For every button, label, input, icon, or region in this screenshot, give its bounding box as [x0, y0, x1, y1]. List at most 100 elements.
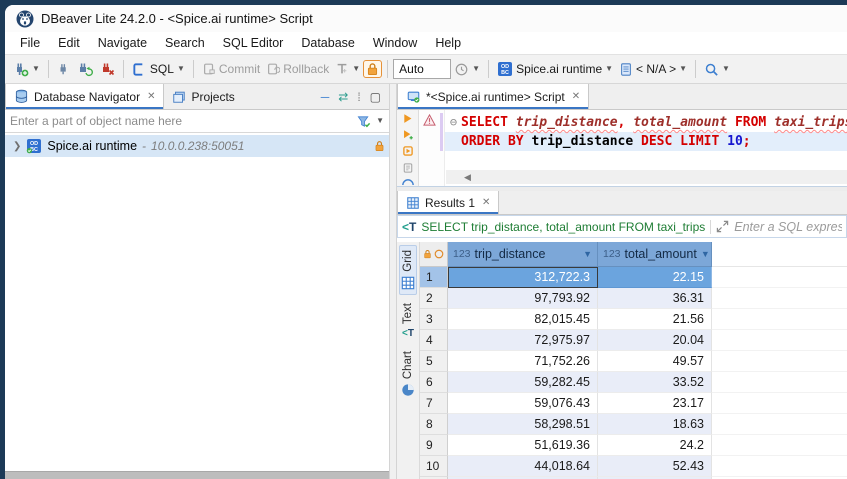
- cell-trip-distance[interactable]: 59,282.45: [448, 372, 598, 393]
- open-sql-editor-button[interactable]: SQL ▼: [129, 60, 188, 79]
- menu-database[interactable]: Database: [292, 33, 364, 53]
- filter-expression-placeholder[interactable]: Enter a SQL expression to: [734, 220, 842, 234]
- panel-splitter[interactable]: [389, 84, 397, 479]
- active-database-selector[interactable]: < N/A > ▼: [616, 60, 690, 79]
- cell-trip-distance[interactable]: 72,975.97: [448, 330, 598, 351]
- grid-row-8[interactable]: 858,298.5118.63: [420, 414, 847, 435]
- execute-new-tab-button[interactable]: [401, 129, 415, 140]
- cell-trip-distance[interactable]: 312,722.3: [448, 267, 598, 288]
- grid-corner-cell[interactable]: [420, 242, 448, 267]
- grid-row-3[interactable]: 382,015.4521.56: [420, 309, 847, 330]
- disconnect-button[interactable]: [96, 59, 118, 79]
- row-number[interactable]: 3: [420, 309, 448, 330]
- menu-file[interactable]: File: [11, 33, 49, 53]
- transaction-log-button[interactable]: ▼: [451, 60, 483, 79]
- row-number[interactable]: 5: [420, 351, 448, 372]
- cell-trip-distance[interactable]: 82,015.45: [448, 309, 598, 330]
- sort-dropdown-icon[interactable]: ▼: [583, 249, 592, 259]
- menu-help[interactable]: Help: [426, 33, 470, 53]
- navigator-bottom-scrollbar[interactable]: [5, 471, 389, 479]
- view-menu-icon[interactable]: ⁞: [357, 91, 360, 103]
- explain-plan-button[interactable]: [401, 162, 415, 174]
- code-line-1[interactable]: ⊖SELECT trip_distance, total_amount FROM…: [445, 113, 847, 132]
- row-number[interactable]: 1: [420, 267, 448, 288]
- minimize-view-icon[interactable]: ─: [321, 91, 330, 103]
- menu-navigate[interactable]: Navigate: [89, 33, 156, 53]
- tab-sql-script[interactable]: *<Spice.ai runtime> Script ✕: [397, 84, 589, 109]
- code-line-2[interactable]: ORDER BY trip_distance DESC LIMIT 10;: [445, 132, 847, 151]
- search-button[interactable]: ▼: [701, 60, 733, 79]
- cell-trip-distance[interactable]: 58,298.51: [448, 414, 598, 435]
- row-number[interactable]: 8: [420, 414, 448, 435]
- close-icon[interactable]: ✕: [572, 91, 580, 102]
- tab-projects[interactable]: Projects: [164, 84, 242, 109]
- expand-filter-icon[interactable]: [716, 220, 729, 233]
- object-filter-input[interactable]: [10, 114, 356, 128]
- sort-dropdown-icon[interactable]: ▼: [701, 249, 710, 259]
- filter-funnel-icon[interactable]: [356, 114, 372, 129]
- column-header-total-amount[interactable]: 123 total_amount ▼: [598, 242, 712, 267]
- grid-row-10[interactable]: 1044,018.6452.43: [420, 456, 847, 477]
- grid-row-2[interactable]: 297,793.9236.31: [420, 288, 847, 309]
- execute-statement-button[interactable]: [401, 113, 414, 124]
- tab-results-1[interactable]: Results 1 ✕: [397, 191, 499, 214]
- chevron-down-icon[interactable]: ▼: [376, 117, 384, 125]
- close-icon[interactable]: ✕: [482, 197, 490, 208]
- connect-button[interactable]: [54, 60, 74, 78]
- grid-row-1[interactable]: 1312,722.322.15: [420, 267, 847, 288]
- row-number[interactable]: 7: [420, 393, 448, 414]
- grid-row-5[interactable]: 571,752.2649.57: [420, 351, 847, 372]
- maximize-view-icon[interactable]: ▢: [370, 91, 381, 103]
- commit-mode-combo[interactable]: Auto: [393, 59, 451, 79]
- more-actions-icon[interactable]: [401, 179, 415, 186]
- fold-collapse-icon[interactable]: ⊖: [446, 113, 461, 132]
- execute-script-button[interactable]: [401, 145, 415, 157]
- connection-tree-item[interactable]: ❯ OD BC Spice.ai runtime - 10.0.0.238:50…: [5, 135, 389, 157]
- cell-total-amount[interactable]: 49.57: [598, 351, 712, 372]
- cell-trip-distance[interactable]: 59,076.43: [448, 393, 598, 414]
- row-number[interactable]: 2: [420, 288, 448, 309]
- row-number[interactable]: 4: [420, 330, 448, 351]
- link-editor-icon[interactable]: ⇄: [338, 91, 348, 103]
- cell-trip-distance[interactable]: 97,793.92: [448, 288, 598, 309]
- grid-row-6[interactable]: 659,282.4533.52: [420, 372, 847, 393]
- cell-total-amount[interactable]: 18.63: [598, 414, 712, 435]
- cell-total-amount[interactable]: 23.17: [598, 393, 712, 414]
- tab-text[interactable]: Text <T: [401, 299, 415, 343]
- tab-chart[interactable]: Chart: [400, 347, 416, 401]
- cell-total-amount[interactable]: 36.31: [598, 288, 712, 309]
- expand-chevron-icon[interactable]: ❯: [13, 141, 21, 152]
- cell-trip-distance[interactable]: 44,018.64: [448, 456, 598, 477]
- cell-total-amount[interactable]: 22.15: [598, 267, 712, 288]
- grid-row-9[interactable]: 951,619.3624.2: [420, 435, 847, 456]
- commit-button[interactable]: Commit: [199, 60, 263, 78]
- cell-total-amount[interactable]: 33.52: [598, 372, 712, 393]
- row-number[interactable]: 6: [420, 372, 448, 393]
- cell-total-amount[interactable]: 21.56: [598, 309, 712, 330]
- column-header-trip-distance[interactable]: 123 trip_distance ▼: [448, 242, 598, 267]
- grid-row-4[interactable]: 472,975.9720.04: [420, 330, 847, 351]
- new-connection-button[interactable]: ▼: [10, 59, 43, 79]
- cell-total-amount[interactable]: 52.43: [598, 456, 712, 477]
- cell-total-amount[interactable]: 24.2: [598, 435, 712, 456]
- scroll-left-arrow-icon[interactable]: ◀: [464, 172, 471, 183]
- cell-total-amount[interactable]: 20.04: [598, 330, 712, 351]
- row-number[interactable]: 9: [420, 435, 448, 456]
- close-icon[interactable]: ✕: [147, 91, 155, 102]
- cell-trip-distance[interactable]: 71,752.26: [448, 351, 598, 372]
- menu-sql-editor[interactable]: SQL Editor: [214, 33, 293, 53]
- rollback-button[interactable]: Rollback: [263, 60, 332, 78]
- autocommit-lock-toggle[interactable]: [363, 60, 382, 78]
- menu-window[interactable]: Window: [364, 33, 426, 53]
- active-connection-selector[interactable]: OD BC Spice.ai runtime ▼: [494, 59, 616, 79]
- menu-edit[interactable]: Edit: [49, 33, 89, 53]
- editor-horizontal-scrollbar[interactable]: ◀: [446, 170, 847, 184]
- tab-grid[interactable]: Grid: [399, 245, 417, 295]
- cell-trip-distance[interactable]: 51,619.36: [448, 435, 598, 456]
- reconnect-button[interactable]: [74, 59, 96, 79]
- row-number[interactable]: 10: [420, 456, 448, 477]
- tab-database-navigator[interactable]: Database Navigator ✕: [5, 84, 164, 109]
- menu-search[interactable]: Search: [156, 33, 214, 53]
- transaction-mode-button[interactable]: ▼: [332, 60, 363, 78]
- grid-row-7[interactable]: 759,076.4323.17: [420, 393, 847, 414]
